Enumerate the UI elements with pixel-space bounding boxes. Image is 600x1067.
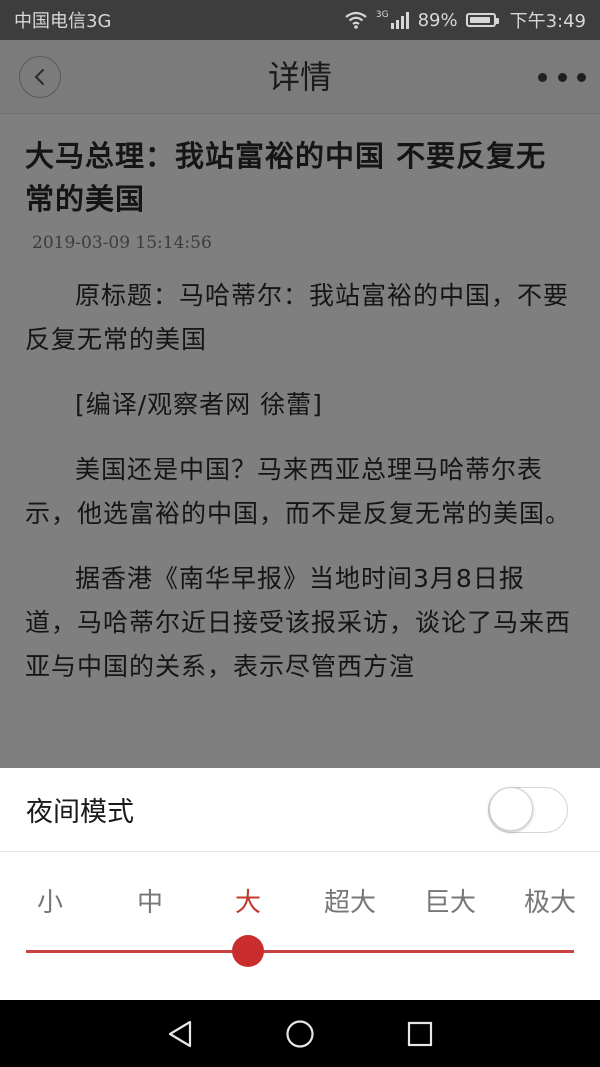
article-paragraph: [编译/观察者网 徐蕾] <box>75 390 323 419</box>
battery-icon <box>465 13 499 27</box>
article-date: 2019-03-09 15:14:56 <box>32 233 212 253</box>
home-circle-icon[interactable] <box>285 1019 315 1049</box>
network-type: 3G <box>375 10 389 20</box>
more-button[interactable] <box>538 66 586 88</box>
font-size-option-xlarge[interactable]: 超大 <box>310 882 390 919</box>
chevron-left-icon <box>34 69 44 85</box>
header-bar: 详情 <box>0 40 600 114</box>
page-title: 详情 <box>267 58 332 96</box>
article-paragraph: 原标题：马哈蒂尔：我站富裕的中国，不要反复无常的美国 <box>25 281 570 354</box>
font-size-slider-track[interactable] <box>26 950 574 953</box>
status-icons: 3G 89% 下午3:49 <box>344 7 586 33</box>
status-bar: 中国电信3G 3G 89% 下午3:49 <box>0 0 600 40</box>
battery-percent: 89% <box>417 9 458 31</box>
status-time: 下午3:49 <box>509 11 586 32</box>
carrier-name: 中国电信3G <box>14 11 112 32</box>
night-mode-toggle[interactable] <box>488 786 568 833</box>
font-size-slider-thumb[interactable] <box>232 935 264 967</box>
font-size-option-medium[interactable]: 中 <box>110 882 190 919</box>
signal-icon <box>390 12 409 29</box>
font-size-option-large[interactable]: 大 <box>208 882 288 919</box>
reading-settings-sheet: 夜间模式 小 中 大 超大 巨大 极大 <box>0 768 600 1000</box>
toggle-knob <box>488 787 533 831</box>
article-paragraph: 据香港《南华早报》当地时间3月8日报道，马哈蒂尔近日接受该报采访，谈论了马来西亚… <box>25 564 572 681</box>
night-mode-row: 夜间模式 <box>0 768 600 852</box>
wifi-icon <box>345 11 367 29</box>
article-title: 大马总理：我站富裕的中国 不要反复无常的美国 <box>25 139 547 216</box>
recents-square-icon[interactable] <box>406 1020 434 1048</box>
article-paragraph: 美国还是中国？马来西亚总理马哈蒂尔表示，他选富裕的中国，而不是反复无常的美国。 <box>25 455 572 528</box>
night-mode-label: 夜间模式 <box>26 797 134 828</box>
more-dots-icon <box>538 72 547 82</box>
font-size-option-huge[interactable]: 巨大 <box>410 882 490 919</box>
back-triangle-icon[interactable] <box>166 1019 194 1049</box>
font-size-option-small[interactable]: 小 <box>10 882 90 919</box>
font-size-options: 小 中 大 超大 巨大 极大 <box>0 868 600 918</box>
system-nav-bar <box>0 1000 600 1067</box>
article-content[interactable]: 大马总理：我站富裕的中国 不要反复无常的美国 2019-03-09 15:14:… <box>0 114 600 768</box>
back-button[interactable] <box>19 56 61 98</box>
font-size-option-max[interactable]: 极大 <box>510 882 590 919</box>
